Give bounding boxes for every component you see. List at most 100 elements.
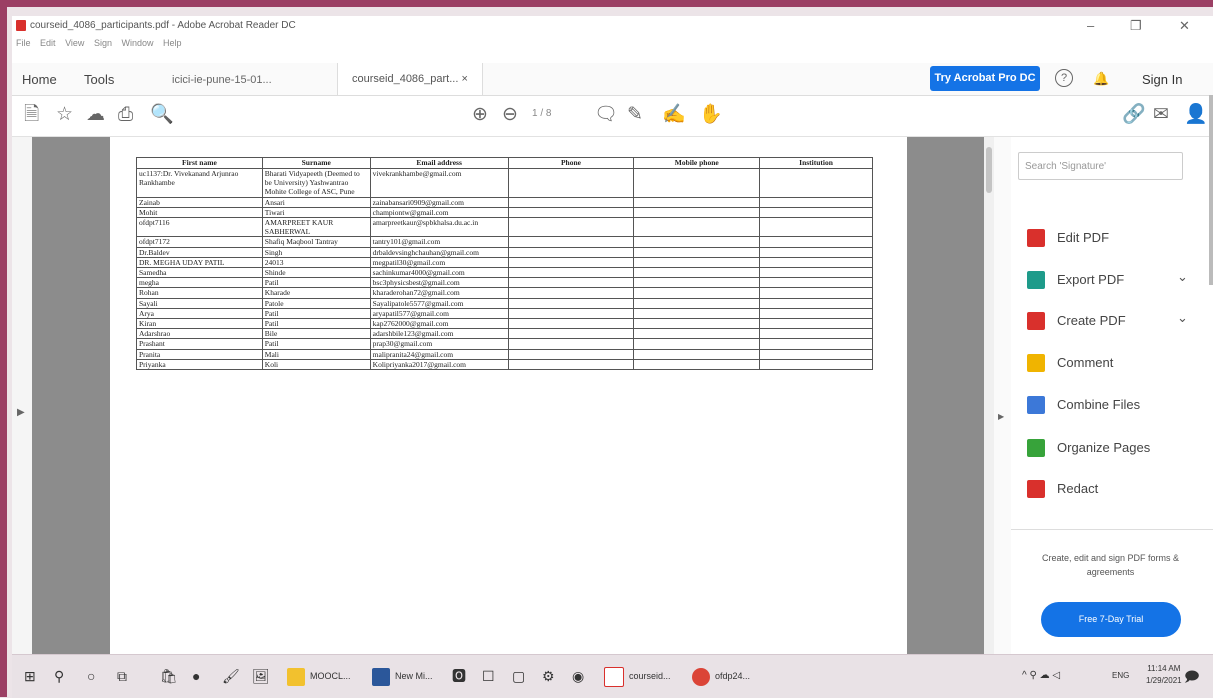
collapse-right-pane-icon[interactable]: ▶ [998,412,1004,421]
table-cell [633,328,761,340]
notifications-icon[interactable]: 🗩 [1184,665,1200,687]
skype-icon[interactable]: ▢ [512,665,525,687]
acrobat-window: courseid_4086_participants.pdf - Adobe A… [12,16,1213,654]
page-indicator[interactable]: 1 / 8 [532,108,551,119]
document-viewport[interactable]: First name Surname Email address Phone M… [32,137,984,654]
fill-sign-icon[interactable]: ✋ [699,105,723,125]
next-page-icon[interactable]: ⊖ [502,105,518,125]
save-icon[interactable]: 🗎 [24,105,39,125]
taskbar-app-acrobat[interactable]: courseid... [604,663,671,689]
cortana-icon[interactable]: ○ [87,665,95,687]
tool-export-pdf[interactable]: Export PDF ⌄ [1027,269,1197,293]
taskbar-app-chrome[interactable]: ofdp24... [692,663,750,689]
table-row: Prashant Patil prap30@gmail.com [136,338,873,350]
try-acrobat-pro-button[interactable]: Try Acrobat Pro DC [930,66,1040,91]
tab-doc-icici[interactable]: icici-ie-pune-15-01... [172,74,272,86]
tab-home[interactable]: Home [22,72,57,87]
notes-icon[interactable]: ☐ [482,665,495,687]
settings-icon[interactable]: ⚙ [542,665,555,687]
table-cell [759,307,873,320]
table-cell: vivekrankhambe@gmail.com [369,168,509,198]
chevron-down-icon[interactable]: ⌄ [1177,310,1188,326]
table-cell [507,277,635,289]
table-cell: Sayali [136,297,263,309]
notification-bell-icon[interactable]: 🔔 [1093,71,1109,87]
tools-pane-scrollbar[interactable] [1209,95,1213,285]
table-cell: Pranita [136,348,263,360]
taskbar-app-word[interactable]: New Mi... [372,663,433,689]
table-cell [507,287,635,299]
language-indicator[interactable]: ENG [1112,665,1129,687]
sign-icon[interactable]: ✍ [662,105,686,125]
table-row: Mohit Tiwari championtw@gmail.com [136,206,873,219]
tools-search-input[interactable]: Search 'Signature' [1018,152,1183,180]
zoom-search-icon[interactable]: 🔍 [150,105,174,125]
sign-in-link[interactable]: Sign In [1142,72,1182,87]
table-cell: prap30@gmail.com [369,338,509,350]
comment-icon[interactable]: 🗨 [594,105,618,125]
menu-file[interactable]: File [16,38,31,48]
page-current[interactable]: 1 [532,108,538,119]
close-icon[interactable]: ✕ [1179,18,1190,34]
tab-tools[interactable]: Tools [84,72,114,87]
free-trial-button[interactable]: Free 7-Day Trial [1041,602,1181,637]
taskbar-app-mooc-label: MOOCL... [310,671,351,681]
table-cell [759,196,873,208]
windows-start-icon[interactable]: ⊞ [24,665,36,687]
export-pdf-icon [1027,271,1045,289]
table-cell: kap2762000@gmail.com [369,318,509,330]
document-scroll-thumb[interactable] [986,147,992,193]
previous-page-icon[interactable]: ⊕ [472,105,488,125]
menu-window[interactable]: Window [121,38,153,48]
office-icon[interactable]: 🅾 [452,665,466,687]
xbox-icon[interactable]: ● [192,665,200,687]
comment-tool-icon [1027,354,1045,372]
table-cell: Dr.Baldev [136,246,263,258]
menu-help[interactable]: Help [163,38,182,48]
tool-create-pdf[interactable]: Create PDF ⌄ [1027,310,1197,334]
system-clock[interactable]: 11:14 AM 1/29/2021 [1146,663,1182,687]
minimize-icon[interactable]: – [1087,18,1094,33]
bookmark-star-icon[interactable]: ☆ [56,105,73,125]
chrome-icon[interactable]: ◉ [572,665,584,687]
table-cell [633,256,761,269]
chevron-down-icon[interactable]: ⌄ [1177,269,1188,285]
table-cell: Patil [261,338,371,350]
tool-combine-files[interactable]: Combine Files [1027,394,1197,418]
taskbar-app-chrome-label: ofdp24... [715,671,751,681]
menu-sign[interactable]: Sign [94,38,112,48]
table-cell: 24013 [261,256,371,269]
tab-close-icon[interactable]: × [461,73,467,85]
menu-view[interactable]: View [65,38,84,48]
share-link-icon[interactable]: 🔗 [1122,105,1146,125]
menu-edit[interactable]: Edit [40,38,56,48]
table-cell [633,267,761,279]
task-view-icon[interactable]: ⧉ [117,665,127,687]
tab-doc-courseid[interactable]: courseid_4086_part... × [337,63,483,95]
clock-time: 11:14 AM [1147,664,1181,673]
paint-icon[interactable]: 🖌 [222,665,240,687]
email-icon[interactable]: ✉ [1153,105,1169,125]
restore-icon[interactable]: ❐ [1130,18,1142,34]
tool-redact[interactable]: Redact [1027,478,1197,502]
acrobat-icon [604,666,624,687]
table-cell: Sayalipatole5577@gmail.com [369,297,509,309]
expand-left-panel-icon[interactable]: ▶ [17,407,25,418]
tool-edit-pdf[interactable]: Edit PDF [1027,227,1197,251]
tray-icons[interactable]: ^ ⚲ ☁ ◁ [1022,665,1060,687]
taskbar-app-mooc[interactable]: MOOCL... [287,663,351,689]
add-user-icon[interactable]: 👤 [1184,105,1208,125]
store-icon[interactable]: 🛍 [160,665,178,687]
print-icon[interactable]: ⎙ [118,105,133,125]
table-cell [759,217,873,238]
upload-cloud-icon[interactable]: ☁ [86,105,105,125]
table-cell [507,217,635,238]
header-phone: Phone [507,157,635,169]
pictures-icon[interactable]: 🖼 [252,665,270,687]
tool-organize-pages[interactable]: Organize Pages [1027,437,1197,461]
help-icon[interactable]: ? [1055,69,1073,87]
highlight-pen-icon[interactable]: ✎ [627,105,643,125]
tool-comment[interactable]: Comment [1027,352,1197,376]
document-scrollbar[interactable] [984,137,994,654]
search-icon[interactable]: ⚲ [54,665,64,687]
